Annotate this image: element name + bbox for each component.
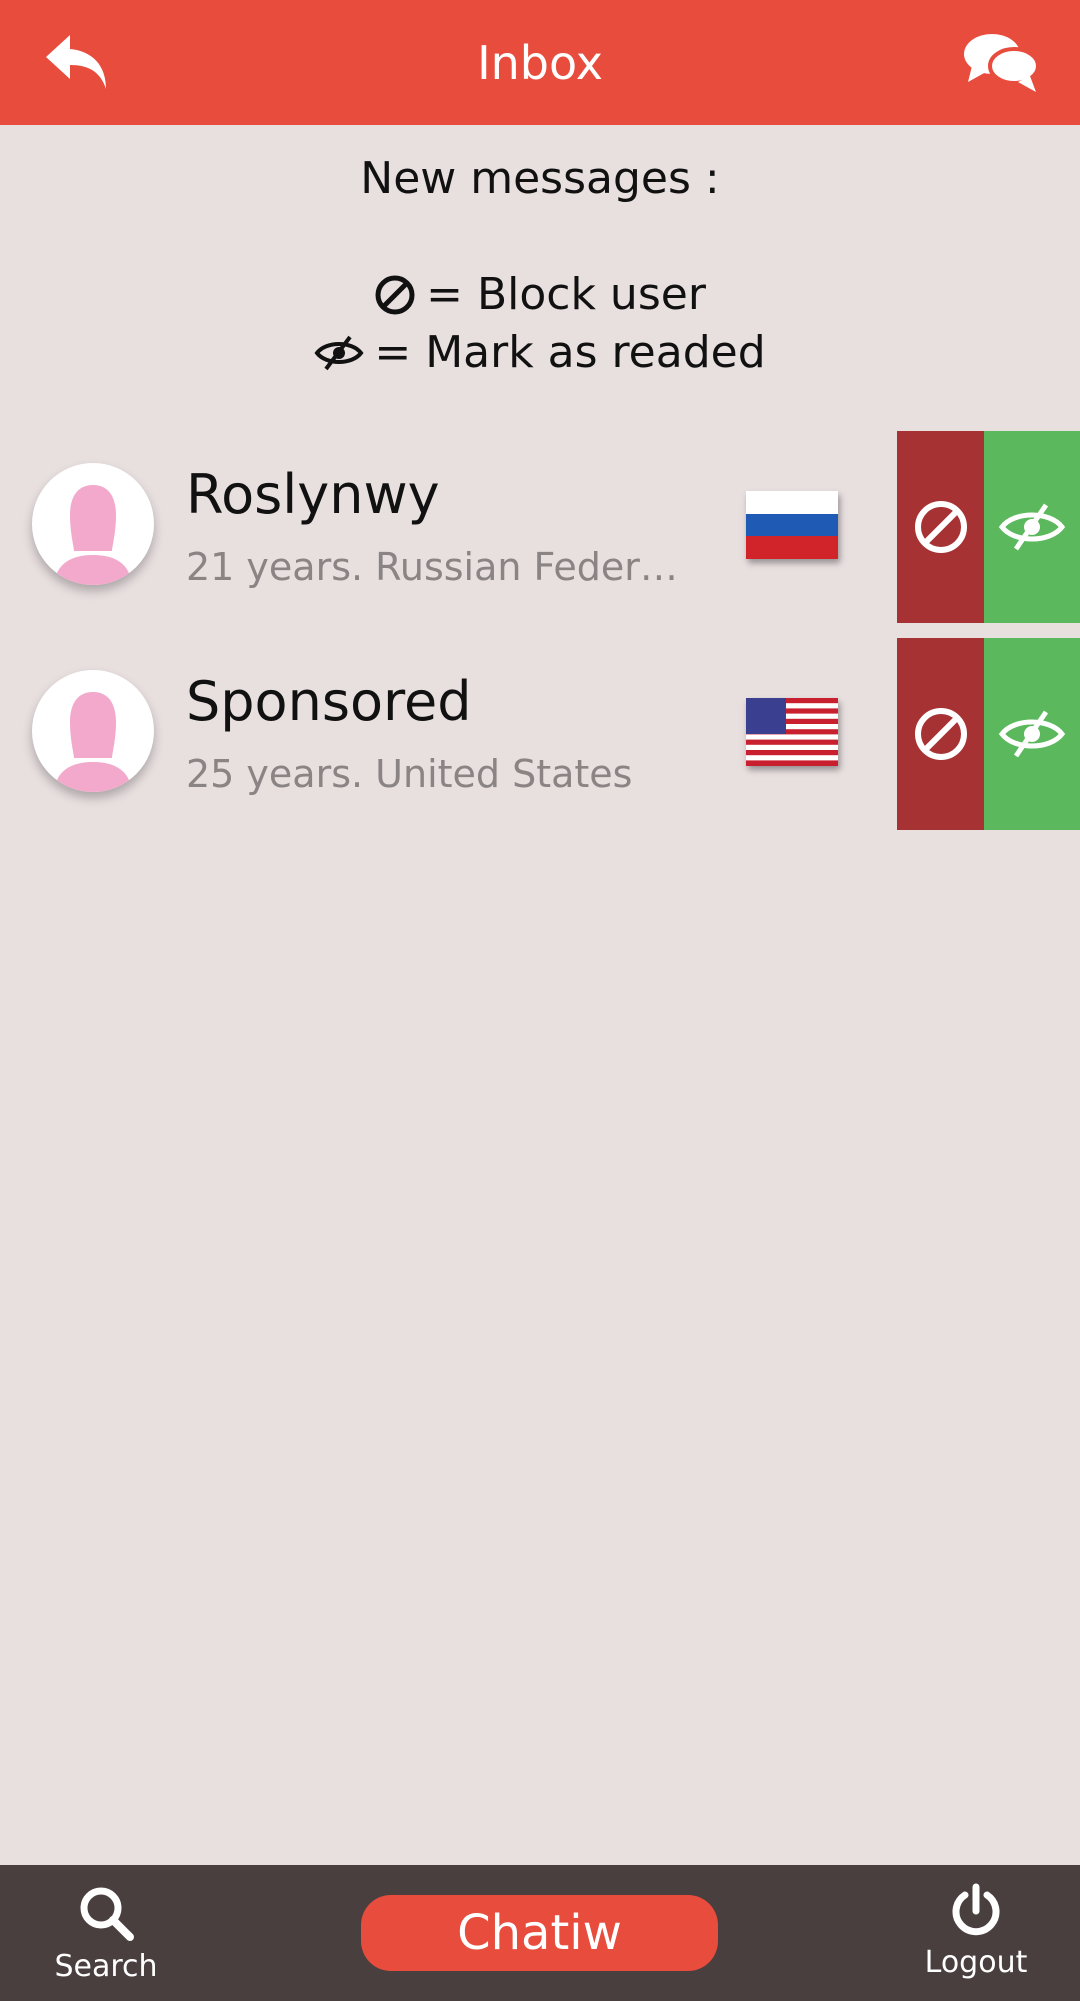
eye-slash-icon: [314, 335, 364, 371]
logout-label: Logout: [924, 1945, 1028, 1980]
search-label: Search: [54, 1949, 158, 1984]
back-arrow-icon: [46, 35, 106, 89]
user-details: 21 years. Russian Federa…: [186, 545, 686, 589]
page-title: Inbox: [477, 35, 603, 90]
usa-flag-icon: [746, 698, 838, 766]
legend-block-text: = Block user: [426, 269, 706, 320]
eye-slash-icon: [998, 710, 1066, 758]
legend: New messages : = Block user = Mark as re…: [0, 150, 1080, 382]
message-row[interactable]: Sponsored 25 years. United States: [0, 638, 1080, 830]
mark-read-button[interactable]: [984, 431, 1080, 623]
russia-flag-icon: [746, 491, 838, 559]
block-icon: [914, 708, 967, 760]
bottom-nav: Search Chatiw Logout: [0, 1865, 1080, 2001]
female-avatar-icon: [54, 485, 132, 585]
female-avatar-icon: [54, 692, 132, 792]
top-bar: Inbox: [0, 0, 1080, 125]
eye-slash-icon: [998, 503, 1066, 551]
user-details: 25 years. United States: [186, 752, 633, 796]
block-user-button[interactable]: [897, 431, 984, 623]
avatar[interactable]: [32, 463, 154, 585]
legend-read: = Mark as readed: [0, 324, 1080, 382]
new-messages-heading: New messages :: [360, 153, 720, 204]
legend-block: = Block user: [0, 266, 1080, 324]
logout-button[interactable]: Logout: [920, 1883, 1032, 1980]
chat-bubbles-icon: [964, 34, 1040, 92]
power-icon: [952, 1883, 1000, 1936]
legend-read-text: = Mark as readed: [374, 327, 766, 378]
block-user-button[interactable]: [897, 638, 984, 830]
message-row[interactable]: Roslynwy 21 years. Russian Federa…: [0, 431, 1080, 623]
user-name: Sponsored: [186, 670, 472, 733]
search-icon: [80, 1887, 134, 1941]
mark-read-button[interactable]: [984, 638, 1080, 830]
user-name: Roslynwy: [186, 463, 440, 526]
chatiw-button[interactable]: Chatiw: [361, 1895, 718, 1971]
search-button[interactable]: Search: [50, 1883, 162, 1984]
avatar[interactable]: [32, 670, 154, 792]
back-button[interactable]: [28, 18, 128, 108]
block-icon: [375, 275, 415, 315]
chats-button[interactable]: [952, 18, 1052, 108]
block-icon: [914, 501, 967, 553]
inbox-screen: Inbox New messages : = Block user = Mark…: [0, 0, 1080, 2001]
